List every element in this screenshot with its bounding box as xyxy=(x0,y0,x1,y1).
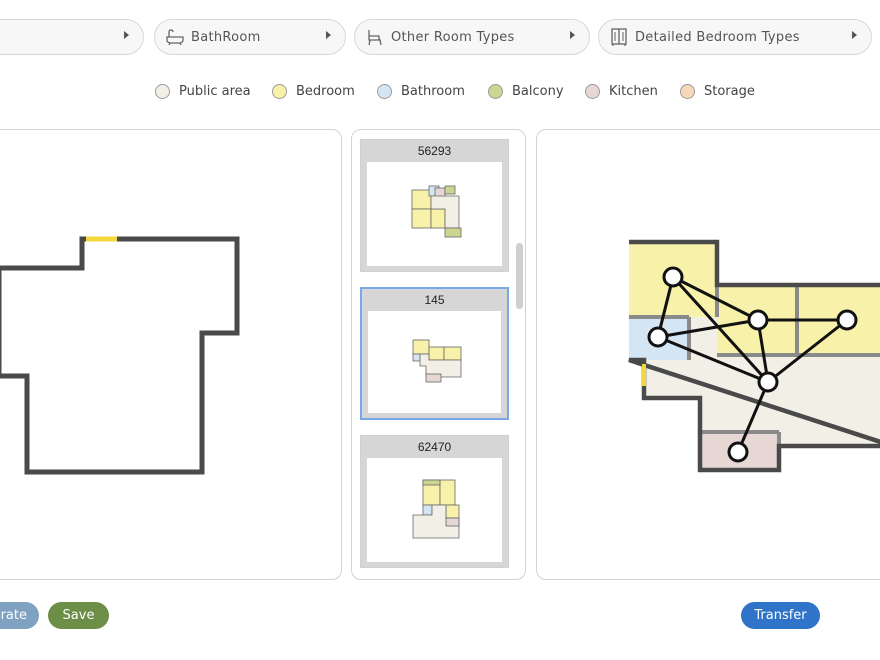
dropdown-label: Detailed Bedroom Types xyxy=(635,29,800,45)
result-id: 62470 xyxy=(417,440,452,454)
results-scrollbar[interactable] xyxy=(514,130,525,578)
chevron-right-icon xyxy=(124,31,129,39)
legend-item-kitchen: Kitchen xyxy=(585,84,658,99)
result-thumbnail xyxy=(367,458,502,562)
legend-swatch xyxy=(680,84,695,99)
boundary-drawing[interactable] xyxy=(0,130,342,580)
boundary-canvas-panel[interactable] xyxy=(0,129,342,580)
result-thumbnail xyxy=(368,311,501,413)
result-card-62470[interactable]: 62470 xyxy=(360,435,509,568)
floorplan-graph-view[interactable] xyxy=(537,130,880,580)
generate-button[interactable]: erate xyxy=(0,602,39,629)
legend-item-public-area: Public area xyxy=(155,84,251,99)
results-scrollbar-thumb[interactable] xyxy=(516,243,523,309)
result-card-145[interactable]: 145 xyxy=(360,287,509,420)
dropdown-label: BathRoom xyxy=(191,29,261,45)
chair-icon xyxy=(365,27,385,47)
graph-node-kitchen[interactable] xyxy=(727,441,749,463)
legend-item-balcony: Balcony xyxy=(488,84,564,99)
dropdown-bathroom[interactable]: BathRoom xyxy=(154,19,346,55)
chevron-right-icon xyxy=(852,31,857,39)
transfer-button[interactable]: Transfer xyxy=(741,602,820,629)
dropdown-label: Other Room Types xyxy=(391,29,515,45)
graph-node-bedroom-1[interactable] xyxy=(662,266,684,288)
legend-swatch xyxy=(272,84,287,99)
result-card-56293[interactable]: 56293 xyxy=(360,139,509,272)
floorplan-result-panel[interactable] xyxy=(536,129,880,580)
wardrobe-icon xyxy=(609,27,629,47)
legend-item-bedroom: Bedroom xyxy=(272,84,355,99)
legend-swatch xyxy=(488,84,503,99)
legend-swatch xyxy=(585,84,600,99)
house-boundary-outline xyxy=(0,236,240,475)
legend-item-storage: Storage xyxy=(680,84,755,99)
graph-node-bathroom[interactable] xyxy=(647,326,669,348)
room-type-legend: Public area Bedroom Bathroom Balcony Kit… xyxy=(0,84,880,106)
chevron-right-icon xyxy=(326,31,331,39)
save-button[interactable]: Save xyxy=(48,602,109,629)
result-id: 56293 xyxy=(417,144,452,158)
graph-node-bedroom-2[interactable] xyxy=(747,309,769,331)
bathtub-icon xyxy=(165,27,185,47)
dropdown-room-count[interactable] xyxy=(0,19,144,55)
graph-node-public-area[interactable] xyxy=(757,371,779,393)
graph-node-bedroom-3[interactable] xyxy=(836,309,858,331)
result-id: 145 xyxy=(424,293,445,307)
legend-swatch xyxy=(155,84,170,99)
legend-swatch xyxy=(377,84,392,99)
chevron-right-icon xyxy=(570,31,575,39)
result-thumbnail xyxy=(367,162,502,266)
dropdown-other-room-types[interactable]: Other Room Types xyxy=(354,19,590,55)
legend-item-bathroom: Bathroom xyxy=(377,84,465,99)
dropdown-detailed-bedroom-types[interactable]: Detailed Bedroom Types xyxy=(598,19,872,55)
